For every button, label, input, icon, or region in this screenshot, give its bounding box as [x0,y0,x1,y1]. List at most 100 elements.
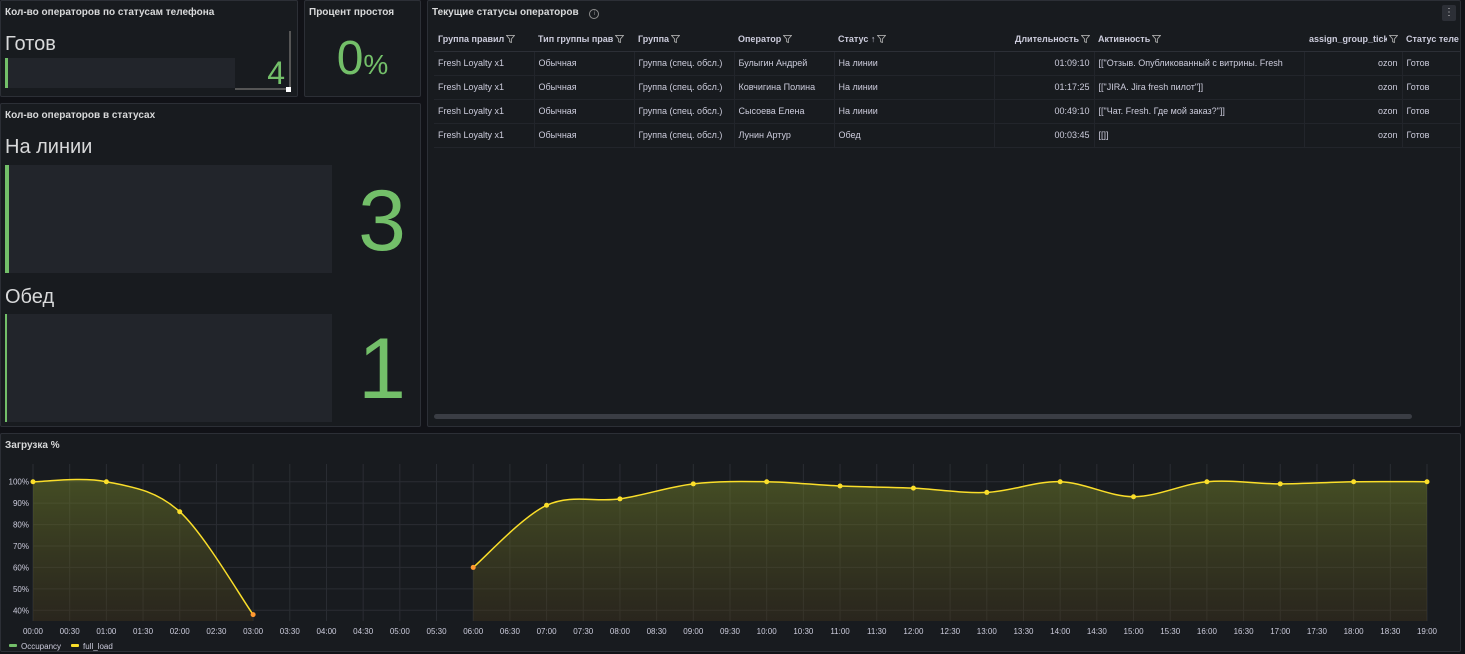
x-tick-label: 17:00 [1270,627,1291,636]
operators-table-panel: Текущие статусы операторов i ⋮ Группа пр… [427,0,1461,427]
column-header[interactable]: Тип группы прав [534,27,634,52]
legend-item-occupancy[interactable]: Occupancy [9,642,61,651]
x-tick-label: 02:30 [206,627,227,636]
info-icon[interactable]: i [589,9,600,19]
table-cell: Готов [1402,51,1460,76]
x-tick-label: 14:00 [1050,627,1071,636]
filter-icon [1152,34,1162,43]
x-tick-label: 04:00 [316,627,337,636]
table-cell: 01:17:25 [994,75,1095,100]
table-header-row: Группа правил Тип группы прав Группа Опе… [434,27,1460,52]
x-tick-label: 03:30 [280,627,301,636]
table-cell: Обычная [534,99,635,124]
operators-status-panel: Кол-во операторов в статусах На линии 3 … [0,103,421,427]
table-cell: ozon [1304,99,1403,124]
table-cell: Обычная [534,123,635,148]
stat-value: 4 [267,55,285,91]
column-header[interactable]: assign_group_tick [1304,27,1402,52]
stat-bar-fill [5,314,7,422]
table-row[interactable]: Fresh Loyalty x1 Обычная Группа (спец. обс… [434,75,1460,100]
table-body: Fresh Loyalty x1 Обычная Группа (спец. обс… [434,51,1460,148]
x-tick-label: 15:30 [1160,627,1181,636]
table-row[interactable]: Fresh Loyalty x1 Обычная Группа (спец. обс… [434,99,1460,124]
panel-menu-icon[interactable]: ⋮ [1442,5,1456,21]
y-tick-label: 70% [13,542,29,551]
table-row[interactable]: Fresh Loyalty x1 Обычная Группа (спец. обс… [434,123,1460,148]
y-tick-label: 100% [9,478,29,487]
x-tick-label: 04:30 [353,627,374,636]
data-point [1351,479,1357,485]
table-row[interactable]: Fresh Loyalty x1 Обычная Группа (спец. обс… [434,51,1460,76]
x-tick-label: 16:00 [1197,627,1218,636]
table-cell: Fresh Loyalty x1 [434,51,535,76]
column-header[interactable]: Статус ↑ [834,27,994,52]
stat-value-lunch: 1 [358,321,406,417]
table-cell: Группа (спец. обсл.) [634,75,735,100]
table-cell: ozon [1304,51,1403,76]
data-point [1424,479,1430,485]
load-chart: 40% 50% 60% 70% 80% 90% 100% 00:00 00:30 01:00 01:… [9,464,1438,636]
table-cell: Fresh Loyalty x1 [434,99,535,124]
x-tick-label: 08:00 [610,627,631,636]
stat-value-online: 3 [358,173,406,269]
table-cell: ozon [1304,75,1403,100]
table-cell: 00:49:10 [994,99,1095,124]
x-tick-label: 05:30 [427,627,448,636]
x-tick-label: 13:00 [977,627,998,636]
x-tick-label: 07:30 [573,627,594,636]
resize-handle[interactable] [289,31,291,89]
phone-status-panel: Кол-во операторов по статусам телефона Г… [0,0,298,97]
table-cell: Обычная [534,51,635,76]
x-tick-label: 02:00 [170,627,191,636]
x-tick-label: 13:30 [1013,627,1034,636]
y-tick-label: 90% [13,499,29,508]
data-point [1057,479,1063,485]
x-tick-label: 00:30 [60,627,81,636]
resize-corner[interactable] [235,88,289,90]
x-tick-label: 18:30 [1380,627,1401,636]
column-header[interactable]: Статус теле [1402,27,1460,52]
filter-icon [671,34,681,43]
panel-title-text: Текущие статусы операторов [432,7,579,18]
column-header[interactable]: Активность [1094,27,1304,52]
legend-item-full-load[interactable]: full_load [71,642,113,651]
x-tick-label: 10:30 [793,627,814,636]
table-cell: 01:09:10 [994,51,1095,76]
series-area-full-load [473,481,1427,621]
table-cell: 00:03:45 [994,123,1095,148]
x-tick-label: 03:00 [243,627,264,636]
table-cell: Группа (спец. обсл.) [634,123,735,148]
filter-icon [1389,34,1398,43]
table-cell: Обед [834,123,995,148]
filter-icon [615,34,625,43]
table-cell: Готов [1402,99,1460,124]
chart-legend: Occupancy full_load [9,642,113,651]
column-header[interactable]: Длительность [994,27,1094,52]
column-header[interactable]: Группа правил [434,27,534,52]
x-tick-label: 06:30 [500,627,521,636]
x-tick-label: 09:00 [683,627,704,636]
x-tick-label: 11:00 [830,627,850,636]
data-point [30,479,36,485]
panel-title: Процент простоя [309,7,395,18]
x-tick-label: 18:00 [1344,627,1365,636]
y-tick-label: 50% [13,585,29,594]
x-tick-label: 10:00 [757,627,778,636]
stat-label-online: На линии [5,136,93,158]
data-point [1277,481,1283,487]
y-tick-label: 80% [13,521,29,530]
resize-knob[interactable] [286,87,291,92]
data-point [910,485,916,491]
sort-asc-icon[interactable]: ↑ [871,34,876,44]
table-cell: На линии [834,51,995,76]
table-cell: Группа (спец. обсл.) [634,99,735,124]
idle-value: 0 [336,32,364,85]
column-header[interactable]: Оператор [734,27,834,52]
table-cell: Группа (спец. обсл.) [634,51,735,76]
data-point [690,481,696,487]
column-header[interactable]: Группа [634,27,734,52]
x-tick-label: 12:00 [903,627,924,636]
series-area-full-load [33,479,254,621]
horizontal-scrollbar[interactable] [434,414,1412,419]
x-tick-label: 00:00 [23,627,44,636]
